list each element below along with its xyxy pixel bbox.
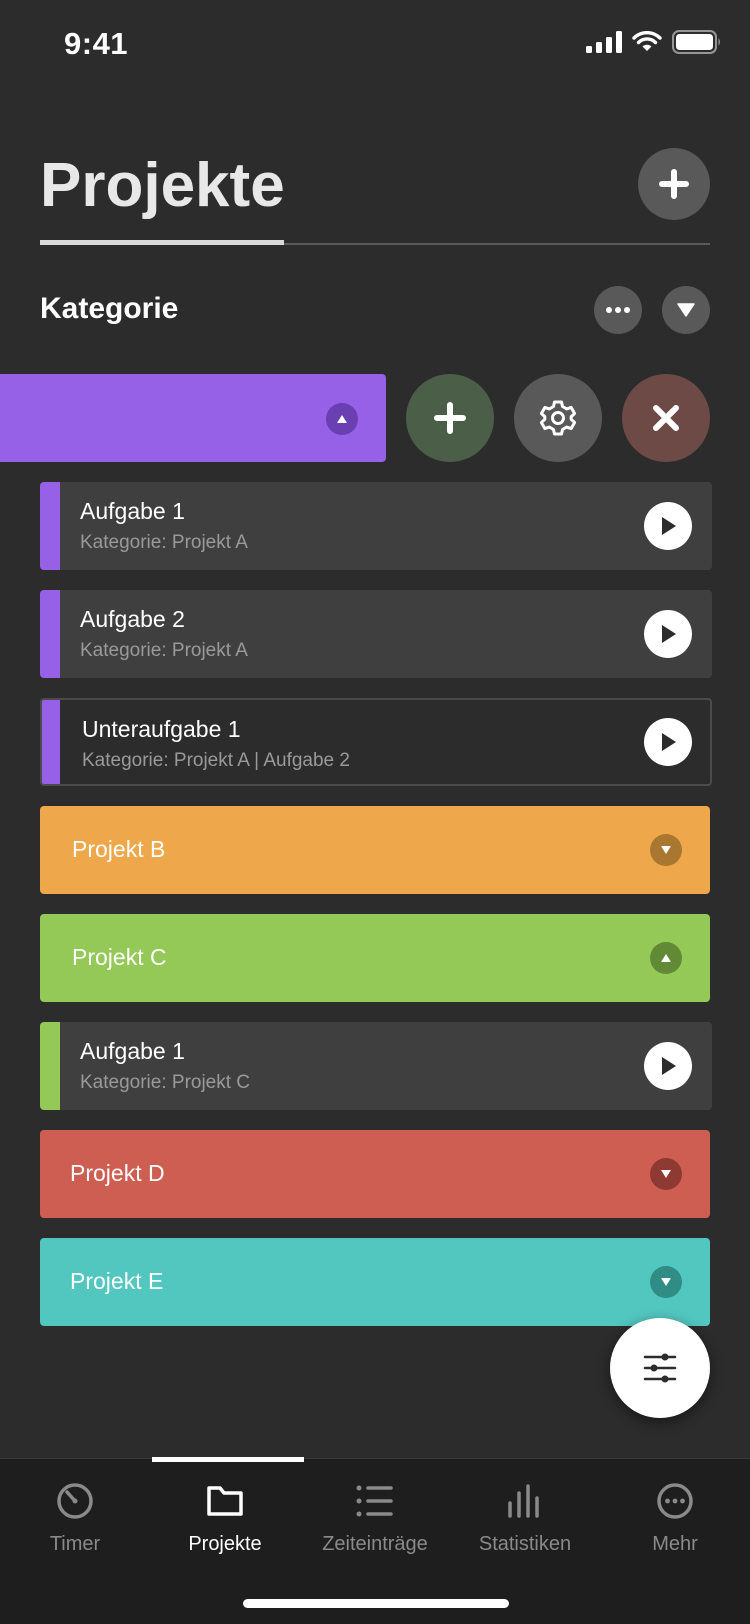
tab-mehr[interactable]: Mehr [600, 1479, 750, 1589]
list-icon [356, 1485, 393, 1517]
add-task-button[interactable] [406, 374, 494, 462]
sliders-icon [643, 1353, 677, 1383]
start-timer-button[interactable] [644, 610, 692, 658]
expand-toggle[interactable] [650, 1158, 682, 1190]
task-subtitle: Kategorie: Projekt A [80, 640, 248, 661]
triangle-down-icon [661, 1278, 671, 1286]
filter-button[interactable] [610, 1318, 710, 1418]
project-d-card[interactable]: Projekt D [40, 1130, 710, 1218]
status-icons [586, 30, 722, 54]
project-name: Projekt E [70, 1268, 164, 1294]
title-underline [40, 240, 284, 245]
more-options-button[interactable] [594, 286, 642, 334]
play-icon [662, 1057, 676, 1075]
gear-icon [539, 400, 577, 436]
tab-label: Mehr [652, 1533, 698, 1555]
tab-label: Projekte [188, 1533, 262, 1555]
triangle-up-icon [337, 415, 347, 423]
bar-chart-icon [508, 1484, 539, 1518]
battery-icon [672, 30, 720, 54]
start-timer-button[interactable] [644, 1042, 692, 1090]
project-color-stripe [42, 700, 60, 784]
project-settings-button[interactable] [514, 374, 602, 462]
project-color-stripe [40, 590, 60, 678]
folder-icon [207, 1486, 243, 1516]
status-bar: 9:41 [0, 0, 750, 90]
tab-bar: Timer Projekte Zeiteinträge Statistiken … [0, 1457, 750, 1624]
category-label: Kategorie [40, 292, 179, 325]
tab-projekte[interactable]: Projekte [150, 1479, 300, 1589]
tab-zeiteintraege[interactable]: Zeiteinträge [300, 1479, 450, 1589]
play-icon [662, 517, 676, 535]
expand-toggle[interactable] [650, 834, 682, 866]
start-timer-button[interactable] [644, 718, 692, 766]
task-card[interactable]: Aufgabe 2 Kategorie: Projekt A [40, 590, 712, 678]
task-title: Aufgabe 1 [80, 1038, 185, 1064]
wifi-icon [632, 31, 662, 51]
plus-icon [659, 169, 689, 199]
status-time: 9:41 [64, 26, 129, 61]
task-card[interactable]: Aufgabe 1 Kategorie: Projekt C [40, 1022, 712, 1110]
project-b-card[interactable]: Projekt B [40, 806, 710, 894]
task-subtitle: Kategorie: Projekt A | Aufgabe 2 [82, 750, 350, 771]
triangle-down-icon [661, 846, 671, 854]
play-icon [662, 733, 676, 751]
close-icon [653, 405, 679, 431]
expand-toggle[interactable] [650, 1266, 682, 1298]
task-subtitle: Kategorie: Projekt A [80, 532, 248, 553]
add-project-button[interactable] [638, 148, 710, 220]
project-c-card[interactable]: Projekt C [40, 914, 710, 1002]
task-subtitle: Kategorie: Projekt C [80, 1072, 251, 1093]
project-e-card[interactable]: Projekt E [40, 1238, 710, 1326]
tab-timer[interactable]: Timer [0, 1479, 150, 1589]
project-color-stripe [40, 482, 60, 570]
home-indicator [243, 1599, 509, 1608]
timer-icon [57, 1483, 93, 1519]
play-icon [662, 625, 676, 643]
tab-label: Statistiken [478, 1533, 572, 1555]
task-title: Aufgabe 1 [80, 498, 185, 524]
task-title: Aufgabe 2 [80, 606, 185, 632]
sort-dropdown-button[interactable] [662, 286, 710, 334]
collapse-toggle[interactable] [650, 942, 682, 974]
project-name: Projekt B [72, 836, 166, 862]
task-title: Unteraufgabe 1 [82, 716, 241, 742]
page-title: Projekte [40, 151, 285, 220]
tab-label: Zeiteinträge [322, 1533, 428, 1555]
triangle-up-icon [661, 954, 671, 962]
project-name: Projekt D [70, 1160, 165, 1186]
more-circle-icon [657, 1483, 693, 1519]
start-timer-button[interactable] [644, 502, 692, 550]
project-name: Projekt C [72, 944, 167, 970]
triangle-down-icon [677, 303, 695, 317]
tab-statistiken[interactable]: Statistiken [450, 1479, 600, 1589]
task-card[interactable]: Aufgabe 1 Kategorie: Projekt A [40, 482, 712, 570]
collapse-toggle[interactable] [326, 403, 358, 435]
tab-label: Timer [49, 1533, 101, 1555]
triangle-down-icon [661, 1170, 671, 1178]
ellipsis-icon [606, 307, 630, 313]
active-tab-indicator [152, 1457, 304, 1462]
project-color-stripe [40, 1022, 60, 1110]
subtask-card[interactable]: Unteraufgabe 1 Kategorie: Projekt A | Au… [40, 698, 712, 786]
plus-icon [434, 402, 466, 434]
cellular-signal-icon [586, 31, 622, 53]
delete-project-button[interactable] [622, 374, 710, 462]
